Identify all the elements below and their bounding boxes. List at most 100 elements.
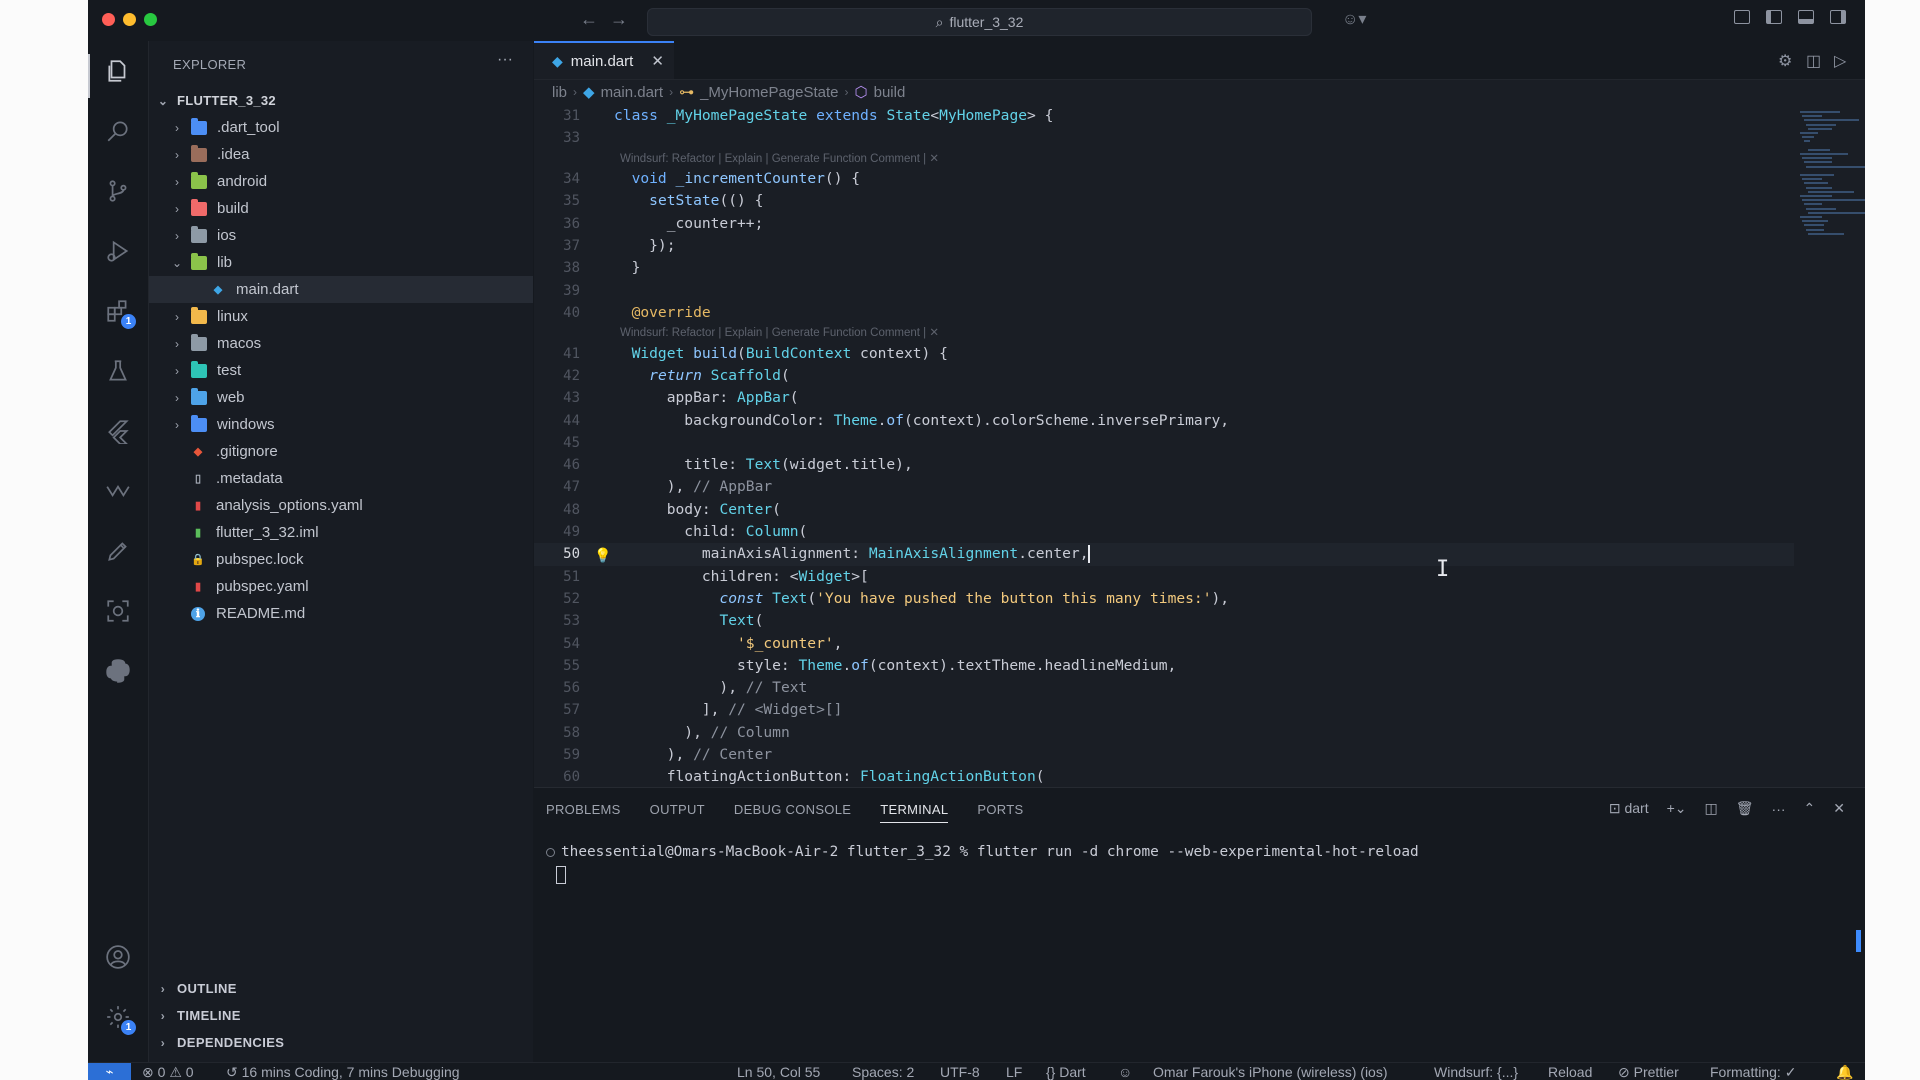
code-line[interactable]: 35 setState(() { <box>534 190 1794 212</box>
copilot-icon[interactable]: ☺▾ <box>1342 9 1366 29</box>
tab-ports[interactable]: PORTS <box>977 802 1023 823</box>
problems-count[interactable]: ⊗ 0 ⚠ 0 <box>142 1063 194 1080</box>
tab-problems[interactable]: PROBLEMS <box>546 802 621 823</box>
code-line[interactable]: 37 }); <box>534 235 1794 257</box>
code-line[interactable]: 40 @override <box>534 302 1794 324</box>
code-line[interactable]: 44 backgroundColor: Theme.of(context).co… <box>534 410 1794 432</box>
close-window-button[interactable] <box>102 13 115 26</box>
code-line[interactable]: 60 floatingActionButton: FloatingActionB… <box>534 766 1794 787</box>
tab-main-dart[interactable]: ◆ main.dart ✕ <box>534 41 674 79</box>
split-editor-icon[interactable]: ◫ <box>1806 51 1821 71</box>
tab-output[interactable]: OUTPUT <box>650 802 705 823</box>
wakatime-status[interactable]: ↺ 16 mins Coding, 7 mins Debugging <box>226 1063 460 1080</box>
toggle-sidebar-icon[interactable] <box>1766 10 1782 26</box>
tree-item-build[interactable]: › build <box>149 195 533 222</box>
code-line[interactable]: 33 <box>534 127 1794 149</box>
code-line[interactable]: 56 ), // Text <box>534 677 1794 699</box>
settings-gear-icon[interactable]: 1 <box>102 1001 136 1035</box>
remote-indicator-icon[interactable]: ⌁ <box>88 1063 131 1080</box>
dependencies-section[interactable]: › DEPENDENCIES <box>149 1029 533 1056</box>
code-line[interactable]: 42 return Scaffold( <box>534 365 1794 387</box>
code-line[interactable]: 34 void _incrementCounter() { <box>534 168 1794 190</box>
code-editor[interactable]: 31 class _MyHomePageState extends State<M… <box>534 105 1794 787</box>
device-selector[interactable]: Omar Farouk's iPhone (wireless) (ios) <box>1153 1063 1388 1080</box>
encoding[interactable]: UTF-8 <box>940 1063 980 1080</box>
python-icon[interactable] <box>102 655 134 687</box>
end-of-line[interactable]: LF <box>1006 1063 1022 1080</box>
tab-debug-console[interactable]: DEBUG CONSOLE <box>734 802 851 823</box>
code-line[interactable]: 45 <box>534 432 1794 454</box>
terminal-output[interactable]: theessential@Omars-MacBook-Air-2 flutter… <box>546 844 1419 860</box>
code-line[interactable]: 55 style: Theme.of(context).textTheme.he… <box>534 655 1794 677</box>
maximize-window-button[interactable] <box>144 13 157 26</box>
language-mode[interactable]: {} Dart <box>1046 1063 1086 1080</box>
code-line[interactable]: 39 <box>534 280 1794 302</box>
code-line[interactable]: 43 appBar: AppBar( <box>534 387 1794 409</box>
code-line[interactable]: 48 body: Center( <box>534 499 1794 521</box>
account-icon[interactable] <box>102 941 134 973</box>
explorer-more-actions[interactable]: ··· <box>497 51 513 69</box>
codelens[interactable]: Windsurf: Refactor | Explain | Generate … <box>534 150 1794 169</box>
toggle-panel-icon[interactable] <box>1798 10 1814 26</box>
outline-section[interactable]: › OUTLINE <box>149 975 533 1002</box>
tree-item-linux[interactable]: › linux <box>149 303 533 330</box>
code-line[interactable]: 51 children: <Widget>[ <box>534 566 1794 588</box>
timeline-section[interactable]: › TIMELINE <box>149 1002 533 1029</box>
bell-icon[interactable]: 🔔 <box>1836 1063 1853 1080</box>
code-line[interactable]: 50 💡 mainAxisAlignment: MainAxisAlignment… <box>534 543 1794 567</box>
formatting-status[interactable]: Formatting: ✓ <box>1710 1063 1796 1080</box>
minimize-window-button[interactable] <box>123 13 136 26</box>
cursor-position[interactable]: Ln 50, Col 55 <box>737 1063 820 1080</box>
lightbulb-icon[interactable]: 💡 <box>594 545 611 567</box>
tree-item-windows[interactable]: › windows <box>149 411 533 438</box>
more-actions-icon[interactable]: ··· <box>1772 801 1786 817</box>
tree-item-pubspec-lock[interactable]: 🔒 pubspec.lock <box>149 546 533 573</box>
tree-item-lib[interactable]: ⌄ lib <box>149 249 533 276</box>
tree-item-android[interactable]: › android <box>149 168 533 195</box>
codelens-actions[interactable]: Windsurf: Refactor | Explain | Generate … <box>620 150 939 169</box>
code-line[interactable]: 36 _counter++; <box>534 213 1794 235</box>
tree-item-test[interactable]: › test <box>149 357 533 384</box>
codelens[interactable]: Windsurf: Refactor | Explain | Generate … <box>534 324 1794 343</box>
close-panel-icon[interactable]: ✕ <box>1833 800 1845 817</box>
code-line[interactable]: 46 title: Text(widget.title), <box>534 454 1794 476</box>
breadcrumb-method[interactable]: build <box>874 84 906 101</box>
source-control-icon[interactable] <box>102 175 134 207</box>
tree-item-gitignore[interactable]: ◆ .gitignore <box>149 438 533 465</box>
terminal-profile[interactable]: ⊡ dart <box>1609 800 1649 817</box>
forward-arrow-icon[interactable]: → <box>610 9 628 30</box>
windsurf-icon[interactable] <box>102 475 134 507</box>
prettier-status[interactable]: ⊘ Prettier <box>1618 1063 1679 1080</box>
code-line[interactable]: 53 Text( <box>534 610 1794 632</box>
breadcrumb-folder[interactable]: lib <box>552 84 567 101</box>
explorer-icon[interactable] <box>102 55 134 87</box>
code-line[interactable]: 57 ], // <Widget>[] <box>534 699 1794 721</box>
run-debug-icon[interactable] <box>102 235 134 267</box>
workspace-root[interactable]: ⌄ FLUTTER_3_32 <box>149 87 533 114</box>
code-line[interactable]: 41 Widget build(BuildContext context) { <box>534 343 1794 365</box>
code-line[interactable]: 58 ), // Column <box>534 722 1794 744</box>
code-line[interactable]: 54 '$_counter', <box>534 633 1794 655</box>
windsurf-status[interactable]: Windsurf: {...} <box>1434 1063 1518 1080</box>
tree-item-metadata[interactable]: ▯ .metadata <box>149 465 533 492</box>
terminal-scrollbar[interactable] <box>1856 930 1861 952</box>
command-center-search[interactable]: ⌕ flutter_3_32 <box>647 8 1312 36</box>
code-line[interactable]: 31 class _MyHomePageState extends State<M… <box>534 105 1794 127</box>
tree-item-ios[interactable]: › ios <box>149 222 533 249</box>
tree-item-main-dart[interactable]: ◆ main.dart <box>149 276 533 303</box>
copilot-status-icon[interactable]: ☺ <box>1118 1063 1132 1080</box>
search-icon[interactable] <box>102 115 134 147</box>
pen-tool-icon[interactable] <box>102 535 134 567</box>
code-line[interactable]: 47 ), // AppBar <box>534 476 1794 498</box>
debug-run-icon[interactable]: ⚙ <box>1778 51 1792 71</box>
tree-item-readme-md[interactable]: ℹ README.md <box>149 600 533 627</box>
close-icon[interactable]: ✕ <box>651 52 664 70</box>
reload-button[interactable]: Reload <box>1548 1063 1592 1080</box>
tree-item-pubspec-yaml[interactable]: ▮ pubspec.yaml <box>149 573 533 600</box>
new-terminal-icon[interactable]: +⌄ <box>1667 800 1687 817</box>
tree-item-macos[interactable]: › macos <box>149 330 533 357</box>
run-icon[interactable]: ▷ <box>1834 51 1846 71</box>
trash-icon[interactable]: 🗑 <box>1736 800 1754 817</box>
indentation[interactable]: Spaces: 2 <box>852 1063 914 1080</box>
maximize-panel-icon[interactable]: ⌃ <box>1804 800 1816 817</box>
